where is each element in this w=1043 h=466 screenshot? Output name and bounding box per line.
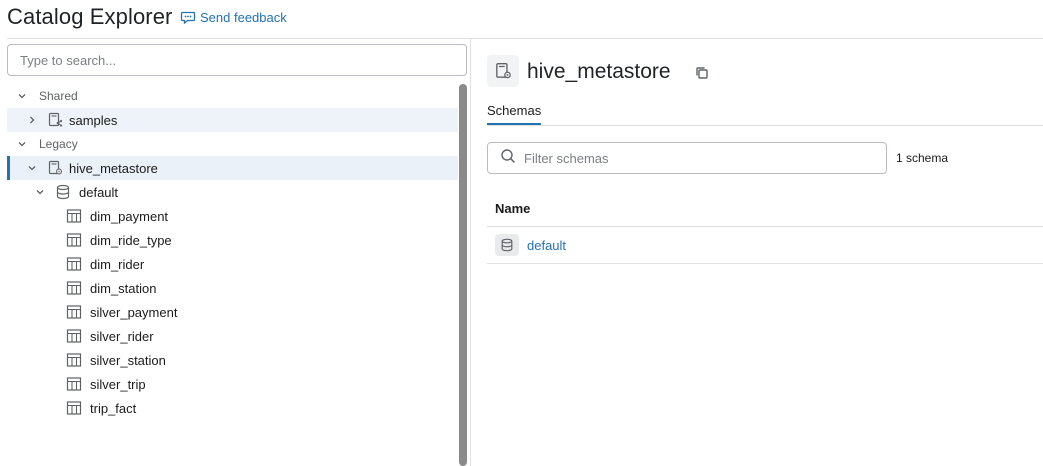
table-icon [66,400,82,416]
table-icon [66,256,82,272]
table-label: dim_ride_type [90,232,172,248]
tree-item-label: samples [69,112,118,128]
schema-database-icon [495,234,519,256]
send-feedback-link[interactable]: Send feedback [180,9,287,25]
tree-item-table[interactable]: dim_payment [7,204,458,228]
table-label: silver_station [90,352,166,368]
pane-divider[interactable] [470,39,471,466]
tree-item-table[interactable]: silver_rider [7,324,458,348]
catalog-icon [47,160,63,176]
section-label: Shared [39,89,78,103]
table-icon [66,304,82,320]
copy-icon[interactable] [694,65,710,86]
table-row-divider [487,263,1043,264]
tree-item-table[interactable]: silver_trip [7,372,458,396]
tree-item-table[interactable]: dim_station [7,276,458,300]
table-header-divider [487,226,1043,227]
column-header-name[interactable]: Name [495,201,530,216]
tree-search-input[interactable] [7,44,467,76]
chevron-right-icon [25,113,39,127]
table-icon [66,352,82,368]
schema-count: 1 schema [896,151,949,165]
tree-item-label: hive_metastore [69,160,158,176]
tree-item-samples[interactable]: samples [7,108,458,132]
selection-indicator [7,156,10,180]
send-feedback-label: Send feedback [200,9,287,25]
table-label: dim_rider [90,256,145,272]
schema-database-icon [55,184,71,200]
catalog-tree-pane: Shared samples Legacy [0,39,470,466]
table-label: dim_payment [90,208,169,224]
tree-item-hive-metastore[interactable]: hive_metastore [7,156,458,180]
table-label: silver_rider [90,328,154,344]
chevron-down-icon [15,137,29,151]
tree-item-table[interactable]: dim_rider [7,252,458,276]
tab-schemas[interactable]: Schemas [487,103,542,126]
filter-schemas-box[interactable] [487,142,887,174]
filter-schemas-input[interactable] [524,150,864,166]
tree-item-table[interactable]: trip_fact [7,396,458,420]
table-icon [66,376,82,392]
section-legacy[interactable]: Legacy [7,132,458,156]
table-label: silver_payment [90,304,178,320]
catalog-icon [487,55,519,87]
table-icon [66,232,82,248]
section-shared[interactable]: Shared [7,84,458,108]
chevron-down-icon [25,161,39,175]
feedback-icon [180,11,196,25]
tree-scrollbar[interactable] [459,84,467,466]
page-title: Catalog Explorer [7,4,173,29]
chevron-down-icon [33,185,47,199]
shared-catalog-icon [47,112,63,128]
table-icon [66,328,82,344]
table-label: trip_fact [90,400,137,416]
table-label: silver_trip [90,376,146,392]
table-icon [66,208,82,224]
tree-item-label: default [79,184,119,200]
schema-link-default[interactable]: default [527,238,566,253]
table-label: dim_station [90,280,157,296]
search-icon [500,148,516,169]
detail-title: hive_metastore [527,60,671,83]
header: Catalog Explorer Send feedback [0,0,1043,38]
table-icon [66,280,82,296]
tabs-divider [487,125,1043,126]
tree-item-table[interactable]: silver_payment [7,300,458,324]
tree-item-table[interactable]: silver_station [7,348,458,372]
tree-item-default-schema[interactable]: default [7,180,458,204]
chevron-down-icon [15,89,29,103]
section-label: Legacy [39,137,78,151]
tree-item-table[interactable]: dim_ride_type [7,228,458,252]
